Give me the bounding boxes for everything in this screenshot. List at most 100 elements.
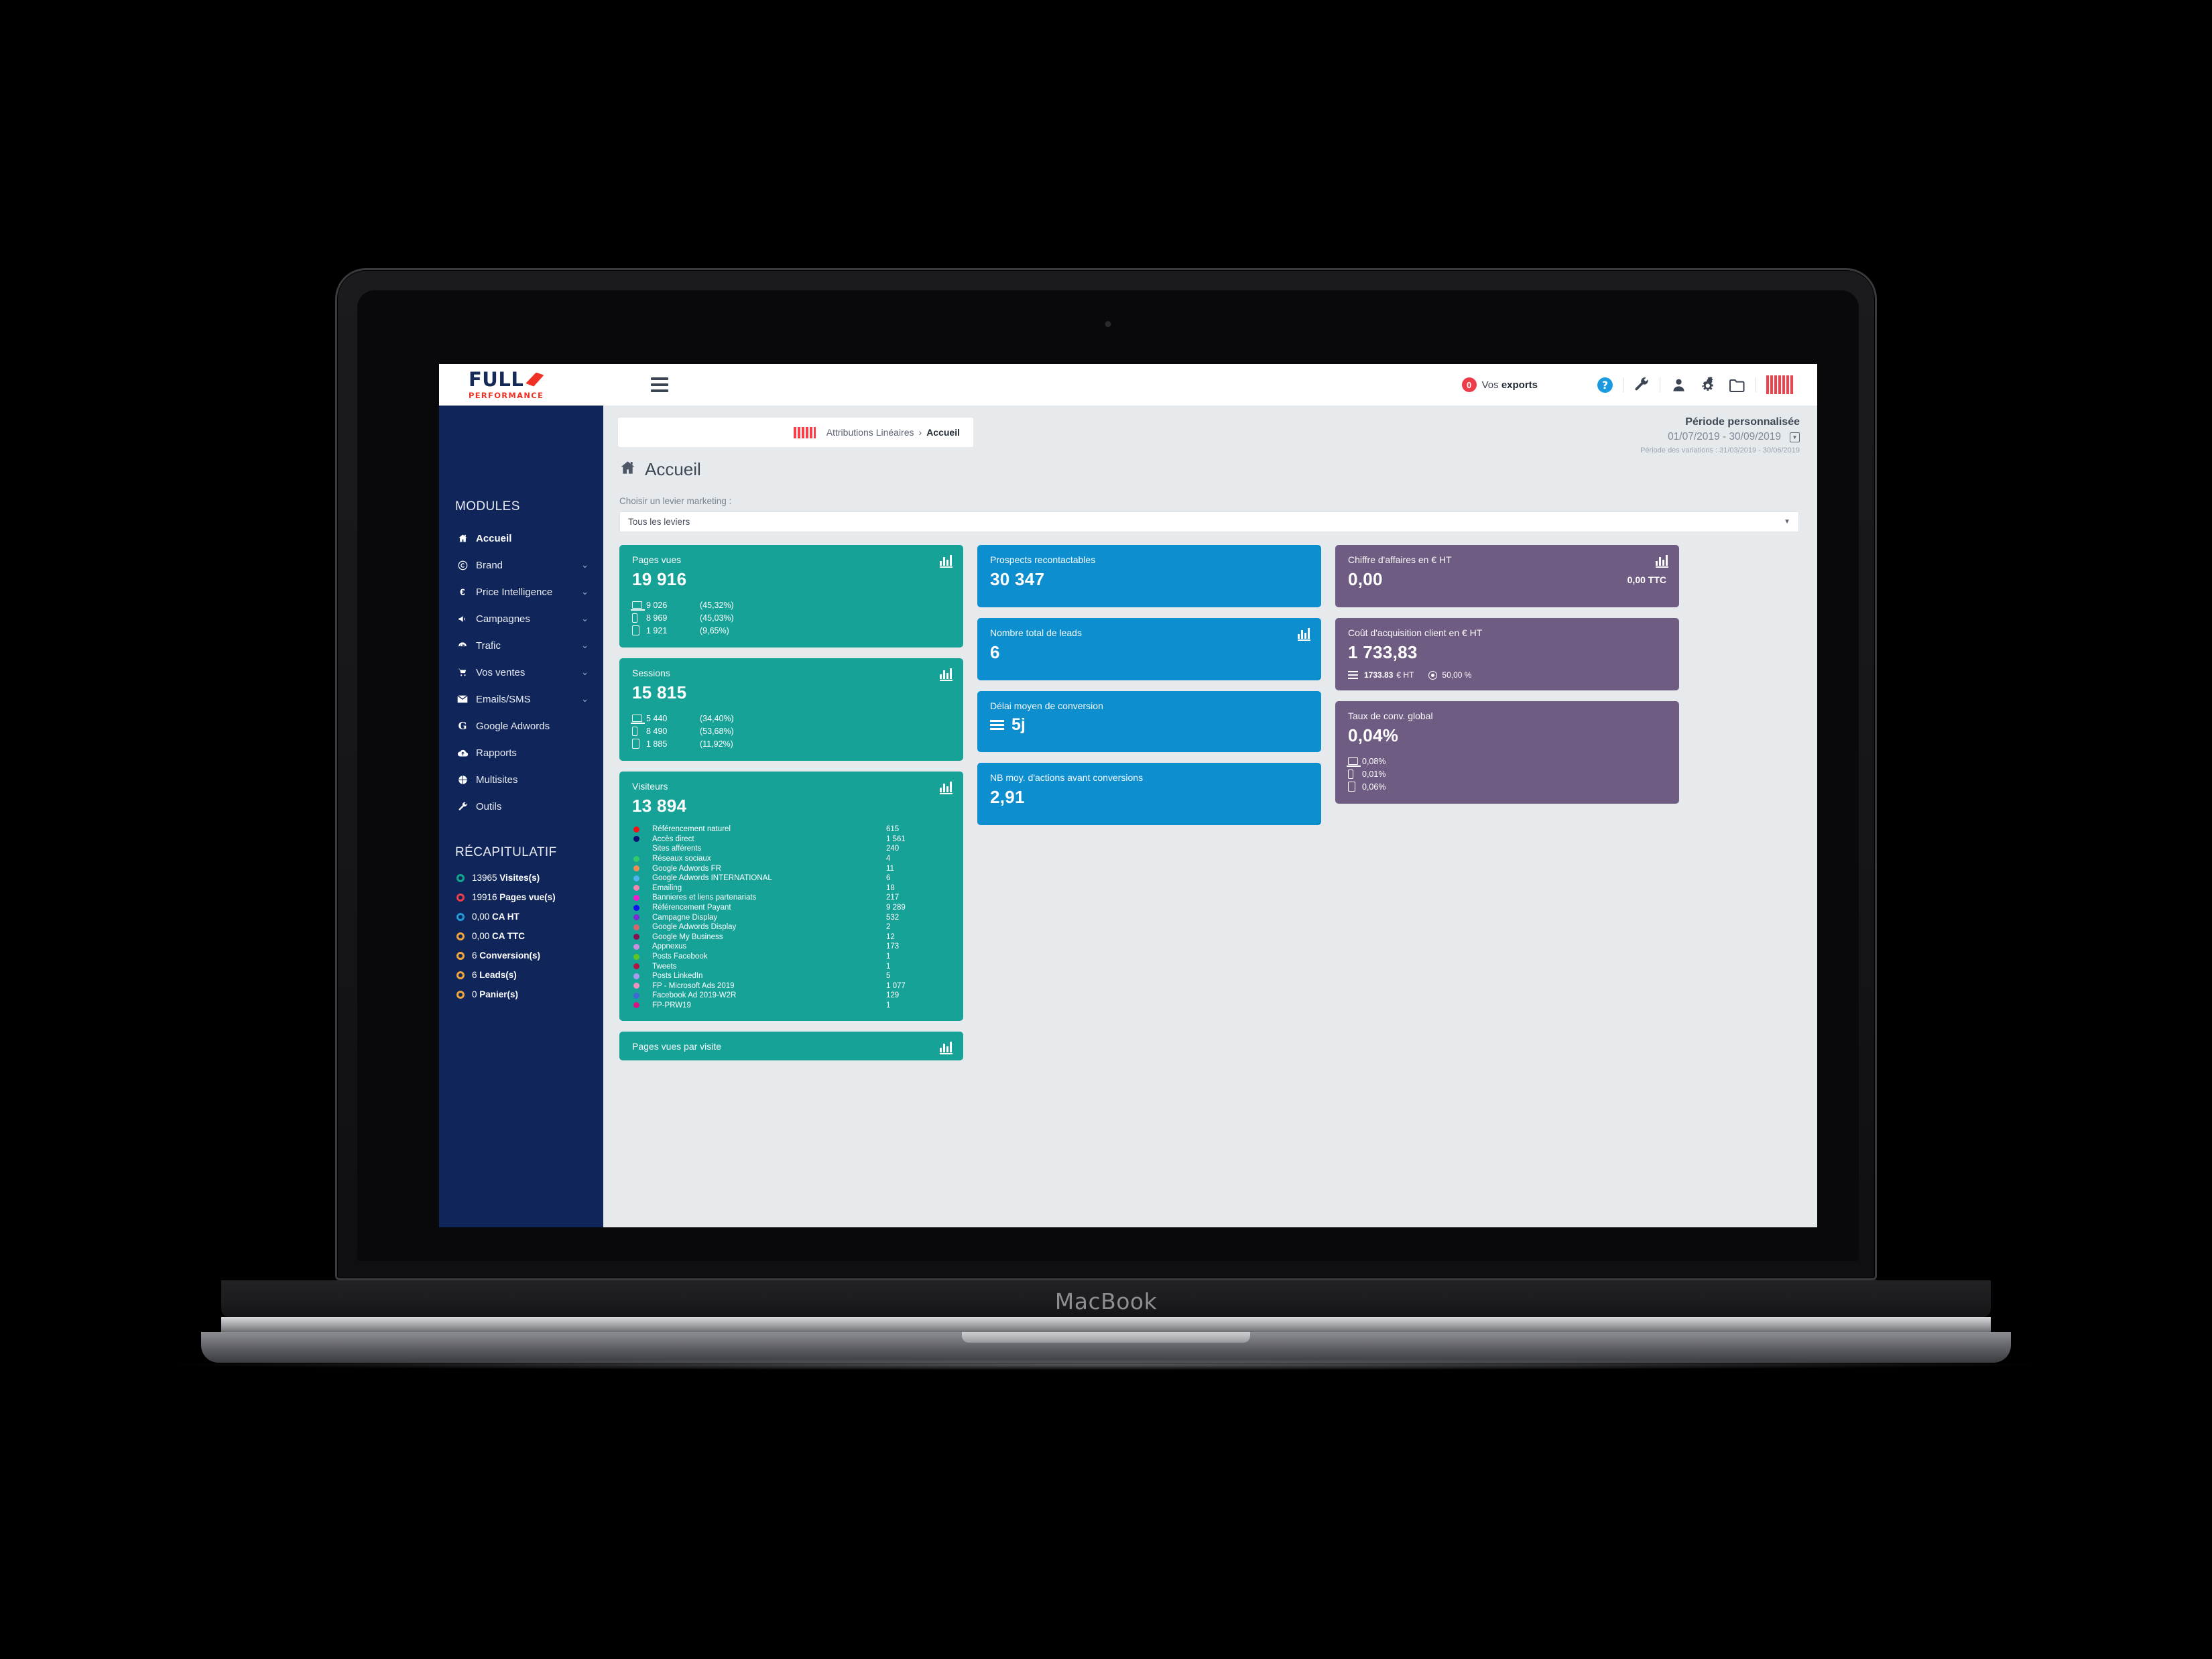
device-row: 0,01% xyxy=(1348,767,1666,780)
channel-row: Emailing 18 xyxy=(632,883,950,894)
sidebar-item-google-adwords[interactable]: G Google Adwords xyxy=(439,713,603,739)
channel-row: Posts LinkedIn 5 xyxy=(632,971,950,981)
channel-value: 9 289 xyxy=(886,904,906,912)
channel-value: 1 xyxy=(886,953,891,961)
card-value: 15 815 xyxy=(632,682,687,702)
sidebar-item-rapports[interactable]: Rapports xyxy=(439,739,603,766)
device-percent: 0,01% xyxy=(1362,769,1386,779)
card-sessions: Sessions 15 815 5 440 (34,40%) 8 490 (53,68… xyxy=(619,658,963,761)
channel-name: Google Adwords INTERNATIONAL xyxy=(652,874,772,883)
card-value: 1 733,83 xyxy=(1348,642,1418,662)
period-selector[interactable]: Période personnalisée 01/07/2019 - 30/09… xyxy=(1640,416,1800,454)
card-value: 6 xyxy=(990,642,1000,662)
sidebar-item-emails-sms[interactable]: Emails/SMS ⌄ xyxy=(439,686,603,713)
laptop-hinge xyxy=(221,1317,1991,1332)
chevron-down-icon[interactable]: ▼ xyxy=(1790,432,1800,442)
period-range: 01/07/2019 - 30/09/2019 xyxy=(1668,431,1781,442)
recap-item-label: Panier(s) xyxy=(477,989,519,999)
user-icon[interactable] xyxy=(1664,371,1693,398)
sidebar-recap-list: 13965 Visites(s) 19916 Pages vue(s) 0,00 C… xyxy=(439,868,603,1004)
main-content: Attributions Linéaires › Accueil Période… xyxy=(603,406,1817,1227)
channel-value: 1 077 xyxy=(886,981,906,990)
channel-name: Réseaux sociaux xyxy=(652,855,711,863)
card-title: Sessions xyxy=(632,668,670,678)
sidebar-item-multisites[interactable]: Multisites xyxy=(439,766,603,793)
folder-icon[interactable] xyxy=(1723,371,1752,398)
gears-icon[interactable] xyxy=(1693,371,1723,398)
logo-wordmark: FULL xyxy=(469,367,524,391)
sidebar-item-trafic[interactable]: Trafic ⌄ xyxy=(439,632,603,659)
globe-icon xyxy=(455,775,470,785)
device-row: 8 969 (45,03%) xyxy=(632,611,950,624)
device-count: 9 026 xyxy=(646,600,668,610)
channel-value: 129 xyxy=(886,991,900,1000)
channel-name: Référencement naturel xyxy=(652,825,731,834)
sidebar-item-accueil[interactable]: Accueil xyxy=(439,525,603,552)
barcode-icon[interactable] xyxy=(1766,375,1793,394)
recap-item: 0 Panier(s) xyxy=(439,985,603,1004)
chevron-down-icon[interactable]: ⌄ xyxy=(581,560,589,570)
channel-color-dot-icon xyxy=(633,836,639,843)
device-percent: (53,68%) xyxy=(700,726,734,736)
macbook-wordmark: MacBook xyxy=(1054,1288,1158,1314)
cloud-up-icon xyxy=(455,749,470,757)
wrench-icon[interactable] xyxy=(1627,371,1656,398)
card-pages-vues: Pages vues 19 916 9 026 (45,32%) 8 969 (45,… xyxy=(619,545,963,648)
channel-list: Référencement naturel 615 Accès direct 1 56… xyxy=(632,824,950,1010)
card-delai-conversion: Délai moyen de conversion 5j xyxy=(977,691,1321,752)
period-range-row[interactable]: 01/07/2019 - 30/09/2019 ▼ xyxy=(1640,431,1800,443)
channel-value: 11 xyxy=(886,864,894,873)
card-title: Visiteurs xyxy=(632,781,668,792)
sidebar-item-outils[interactable]: Outils xyxy=(439,793,603,820)
sidebar-item-vos-ventes[interactable]: Vos ventes ⌄ xyxy=(439,659,603,686)
card-ttc-value: 0,00 TTC xyxy=(1627,574,1666,585)
chevron-down-icon[interactable]: ⌄ xyxy=(581,694,589,704)
breadcrumb-current: Accueil xyxy=(926,427,960,438)
status-dot-icon xyxy=(456,932,465,940)
sidebar-item-brand[interactable]: Brand ⌄ xyxy=(439,552,603,578)
channel-value: 217 xyxy=(886,894,900,902)
status-dot-icon xyxy=(456,951,465,960)
euro-icon: € xyxy=(460,587,465,597)
chevron-down-icon[interactable]: ⌄ xyxy=(581,667,589,678)
card-value: 0,00 xyxy=(1348,569,1383,589)
chevron-down-icon[interactable]: ⌄ xyxy=(581,613,589,624)
channel-value: 5 xyxy=(886,972,891,981)
status-dot-icon xyxy=(456,912,465,921)
channel-value: 12 xyxy=(886,932,895,941)
hamburger-menu-icon[interactable] xyxy=(651,377,668,392)
breadcrumb-parent-link[interactable]: Attributions Linéaires xyxy=(826,427,914,438)
recap-item-value: 0 xyxy=(472,989,477,999)
channel-color-dot-icon xyxy=(633,963,639,970)
tablet-icon xyxy=(1348,782,1362,792)
sidebar-item-campagnes[interactable]: Campagnes ⌄ xyxy=(439,605,603,632)
page-title: Accueil xyxy=(645,459,701,479)
card-pages-par-visite: Pages vues par visite xyxy=(619,1032,963,1061)
device-count: 8 969 xyxy=(646,613,668,623)
device-percent: (45,03%) xyxy=(700,613,734,623)
laptop-shadow xyxy=(181,1359,2031,1370)
chevron-down-icon[interactable]: ⌄ xyxy=(581,640,589,651)
channel-row: Facebook Ad 2019-W2R 129 xyxy=(632,991,950,1001)
recap-item: 0,00 CA TTC xyxy=(439,926,603,946)
channel-name: Bannieres et liens partenariats xyxy=(652,894,757,902)
channel-name: Posts LinkedIn xyxy=(652,972,703,981)
sidebar-item-price-intelligence[interactable]: € Price Intelligence ⌄ xyxy=(439,578,603,605)
card-value: 2,91 xyxy=(990,787,1025,807)
channel-row: Réseaux sociaux 4 xyxy=(632,854,950,864)
channel-value: 1 xyxy=(886,1001,891,1009)
recap-item-value: 6 xyxy=(472,970,477,980)
chevron-down-icon[interactable]: ⌄ xyxy=(581,587,589,597)
channel-value: 4 xyxy=(886,855,891,863)
brand-logo[interactable]: FULL PERFORMANCE xyxy=(469,367,591,400)
sidebar-item-label: Outils xyxy=(476,800,502,812)
lever-select[interactable]: Tous les leviers ▼ xyxy=(619,511,1799,532)
vos-exports-link[interactable]: 0 Vos exports xyxy=(1461,377,1538,392)
device-breakdown: 9 026 (45,32%) 8 969 (45,03%) 1 921 (9,65%) xyxy=(631,599,950,637)
sidebar-nav-list: Accueil Brand ⌄ € Price Intelligence ⌄ Campagn… xyxy=(439,525,603,820)
sidebar-item-label: Trafic xyxy=(476,639,501,652)
channel-color-dot-icon xyxy=(633,934,639,940)
cards-grid: Pages vues 19 916 9 026 (45,32%) 8 969 (45,… xyxy=(619,545,1802,1061)
help-icon[interactable]: ? xyxy=(1590,371,1619,398)
channel-value: 2 xyxy=(886,923,891,932)
